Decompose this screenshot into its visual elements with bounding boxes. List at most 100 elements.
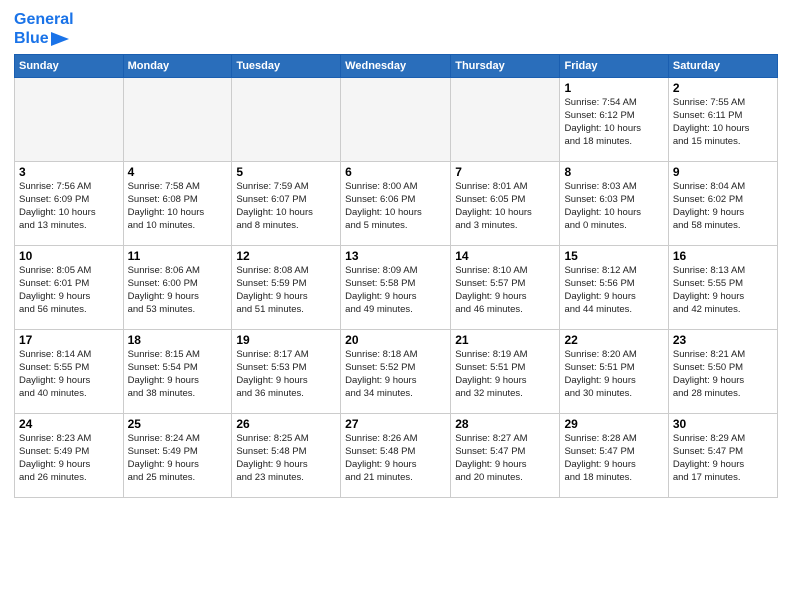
header: GeneralBlue bbox=[14, 10, 778, 48]
cell-text: Sunrise: 8:23 AM Sunset: 5:49 PM Dayligh… bbox=[19, 433, 119, 484]
day-number: 28 bbox=[455, 417, 555, 431]
weekday-header-row: SundayMondayTuesdayWednesdayThursdayFrid… bbox=[15, 55, 778, 78]
cell-text: Sunrise: 7:56 AM Sunset: 6:09 PM Dayligh… bbox=[19, 181, 119, 232]
cell-text: Sunrise: 7:59 AM Sunset: 6:07 PM Dayligh… bbox=[236, 181, 336, 232]
calendar-cell bbox=[232, 78, 341, 162]
cell-text: Sunrise: 8:08 AM Sunset: 5:59 PM Dayligh… bbox=[236, 265, 336, 316]
weekday-header-wednesday: Wednesday bbox=[341, 55, 451, 78]
calendar-cell: 1Sunrise: 7:54 AM Sunset: 6:12 PM Daylig… bbox=[560, 78, 668, 162]
cell-text: Sunrise: 8:28 AM Sunset: 5:47 PM Dayligh… bbox=[564, 433, 663, 484]
cell-text: Sunrise: 8:10 AM Sunset: 5:57 PM Dayligh… bbox=[455, 265, 555, 316]
day-number: 23 bbox=[673, 333, 773, 347]
calendar-container: GeneralBlue SundayMondayTuesdayWednesday… bbox=[0, 0, 792, 504]
day-number: 21 bbox=[455, 333, 555, 347]
calendar-cell: 4 Sunrise: 7:58 AM Sunset: 6:08 PM Daylig… bbox=[123, 162, 232, 246]
day-number: 1 bbox=[564, 81, 663, 95]
cell-text: Sunrise: 8:13 AM Sunset: 5:55 PM Dayligh… bbox=[673, 265, 773, 316]
calendar-cell: 16 Sunrise: 8:13 AM Sunset: 5:55 PM Dayli… bbox=[668, 246, 777, 330]
day-number: 15 bbox=[564, 249, 663, 263]
calendar-week-row: 3 Sunrise: 7:56 AM Sunset: 6:09 PM Daylig… bbox=[15, 162, 778, 246]
logo: GeneralBlue bbox=[14, 10, 74, 48]
day-number: 10 bbox=[19, 249, 119, 263]
cell-text: Sunrise: 8:25 AM Sunset: 5:48 PM Dayligh… bbox=[236, 433, 336, 484]
calendar-cell: 8 Sunrise: 8:03 AM Sunset: 6:03 PM Daylig… bbox=[560, 162, 668, 246]
cell-text: Sunrise: 8:06 AM Sunset: 6:00 PM Dayligh… bbox=[128, 265, 228, 316]
weekday-header-saturday: Saturday bbox=[668, 55, 777, 78]
calendar-week-row: 1Sunrise: 7:54 AM Sunset: 6:12 PM Daylig… bbox=[15, 78, 778, 162]
weekday-header-friday: Friday bbox=[560, 55, 668, 78]
day-number: 8 bbox=[564, 165, 663, 179]
calendar-cell: 18 Sunrise: 8:15 AM Sunset: 5:54 PM Dayli… bbox=[123, 330, 232, 414]
calendar-cell: 25Sunrise: 8:24 AM Sunset: 5:49 PM Dayli… bbox=[123, 414, 232, 498]
calendar-cell: 13 Sunrise: 8:09 AM Sunset: 5:58 PM Dayli… bbox=[341, 246, 451, 330]
calendar-cell: 19 Sunrise: 8:17 AM Sunset: 5:53 PM Dayli… bbox=[232, 330, 341, 414]
cell-text: Sunrise: 7:58 AM Sunset: 6:08 PM Dayligh… bbox=[128, 181, 228, 232]
cell-text: Sunrise: 8:12 AM Sunset: 5:56 PM Dayligh… bbox=[564, 265, 663, 316]
cell-text: Sunrise: 8:01 AM Sunset: 6:05 PM Dayligh… bbox=[455, 181, 555, 232]
calendar-cell: 20Sunrise: 8:18 AM Sunset: 5:52 PM Dayli… bbox=[341, 330, 451, 414]
calendar-cell: 10 Sunrise: 8:05 AM Sunset: 6:01 PM Dayli… bbox=[15, 246, 124, 330]
calendar-cell: 15 Sunrise: 8:12 AM Sunset: 5:56 PM Dayli… bbox=[560, 246, 668, 330]
calendar-cell: 3 Sunrise: 7:56 AM Sunset: 6:09 PM Daylig… bbox=[15, 162, 124, 246]
weekday-header-monday: Monday bbox=[123, 55, 232, 78]
calendar-week-row: 17 Sunrise: 8:14 AM Sunset: 5:55 PM Dayli… bbox=[15, 330, 778, 414]
day-number: 24 bbox=[19, 417, 119, 431]
day-number: 4 bbox=[128, 165, 228, 179]
day-number: 27 bbox=[345, 417, 446, 431]
cell-text: Sunrise: 8:27 AM Sunset: 5:47 PM Dayligh… bbox=[455, 433, 555, 484]
cell-text: Sunrise: 7:55 AM Sunset: 6:11 PM Dayligh… bbox=[673, 97, 773, 148]
weekday-header-thursday: Thursday bbox=[451, 55, 560, 78]
calendar-week-row: 24 Sunrise: 8:23 AM Sunset: 5:49 PM Dayli… bbox=[15, 414, 778, 498]
calendar-cell: 28 Sunrise: 8:27 AM Sunset: 5:47 PM Dayli… bbox=[451, 414, 560, 498]
calendar-cell bbox=[341, 78, 451, 162]
cell-text: Sunrise: 8:20 AM Sunset: 5:51 PM Dayligh… bbox=[564, 349, 663, 400]
day-number: 19 bbox=[236, 333, 336, 347]
day-number: 7 bbox=[455, 165, 555, 179]
day-number: 9 bbox=[673, 165, 773, 179]
day-number: 14 bbox=[455, 249, 555, 263]
calendar-cell: 6Sunrise: 8:00 AM Sunset: 6:06 PM Daylig… bbox=[341, 162, 451, 246]
cell-text: Sunrise: 8:09 AM Sunset: 5:58 PM Dayligh… bbox=[345, 265, 446, 316]
weekday-header-tuesday: Tuesday bbox=[232, 55, 341, 78]
day-number: 12 bbox=[236, 249, 336, 263]
cell-text: Sunrise: 8:19 AM Sunset: 5:51 PM Dayligh… bbox=[455, 349, 555, 400]
calendar-table: SundayMondayTuesdayWednesdayThursdayFrid… bbox=[14, 54, 778, 498]
cell-text: Sunrise: 8:21 AM Sunset: 5:50 PM Dayligh… bbox=[673, 349, 773, 400]
cell-text: Sunrise: 8:05 AM Sunset: 6:01 PM Dayligh… bbox=[19, 265, 119, 316]
calendar-cell: 9 Sunrise: 8:04 AM Sunset: 6:02 PM Daylig… bbox=[668, 162, 777, 246]
logo-text: GeneralBlue bbox=[14, 10, 74, 48]
day-number: 17 bbox=[19, 333, 119, 347]
calendar-cell: 7 Sunrise: 8:01 AM Sunset: 6:05 PM Daylig… bbox=[451, 162, 560, 246]
day-number: 13 bbox=[345, 249, 446, 263]
day-number: 6 bbox=[345, 165, 446, 179]
calendar-week-row: 10 Sunrise: 8:05 AM Sunset: 6:01 PM Dayli… bbox=[15, 246, 778, 330]
day-number: 20 bbox=[345, 333, 446, 347]
day-number: 2 bbox=[673, 81, 773, 95]
day-number: 26 bbox=[236, 417, 336, 431]
weekday-header-sunday: Sunday bbox=[15, 55, 124, 78]
cell-text: Sunrise: 8:04 AM Sunset: 6:02 PM Dayligh… bbox=[673, 181, 773, 232]
cell-text: Sunrise: 8:03 AM Sunset: 6:03 PM Dayligh… bbox=[564, 181, 663, 232]
day-number: 3 bbox=[19, 165, 119, 179]
day-number: 29 bbox=[564, 417, 663, 431]
cell-text: Sunrise: 8:17 AM Sunset: 5:53 PM Dayligh… bbox=[236, 349, 336, 400]
calendar-cell: 17 Sunrise: 8:14 AM Sunset: 5:55 PM Dayli… bbox=[15, 330, 124, 414]
calendar-cell bbox=[15, 78, 124, 162]
calendar-cell: 14 Sunrise: 8:10 AM Sunset: 5:57 PM Dayli… bbox=[451, 246, 560, 330]
calendar-cell: 29 Sunrise: 8:28 AM Sunset: 5:47 PM Dayli… bbox=[560, 414, 668, 498]
calendar-cell: 26 Sunrise: 8:25 AM Sunset: 5:48 PM Dayli… bbox=[232, 414, 341, 498]
cell-text: Sunrise: 8:29 AM Sunset: 5:47 PM Dayligh… bbox=[673, 433, 773, 484]
calendar-cell: 21 Sunrise: 8:19 AM Sunset: 5:51 PM Dayli… bbox=[451, 330, 560, 414]
day-number: 16 bbox=[673, 249, 773, 263]
calendar-cell: 11Sunrise: 8:06 AM Sunset: 6:00 PM Dayli… bbox=[123, 246, 232, 330]
calendar-cell: 22Sunrise: 8:20 AM Sunset: 5:51 PM Dayli… bbox=[560, 330, 668, 414]
day-number: 30 bbox=[673, 417, 773, 431]
calendar-cell: 5Sunrise: 7:59 AM Sunset: 6:07 PM Daylig… bbox=[232, 162, 341, 246]
day-number: 25 bbox=[128, 417, 228, 431]
calendar-cell: 12 Sunrise: 8:08 AM Sunset: 5:59 PM Dayli… bbox=[232, 246, 341, 330]
cell-text: Sunrise: 8:15 AM Sunset: 5:54 PM Dayligh… bbox=[128, 349, 228, 400]
calendar-cell: 27Sunrise: 8:26 AM Sunset: 5:48 PM Dayli… bbox=[341, 414, 451, 498]
cell-text: Sunrise: 8:14 AM Sunset: 5:55 PM Dayligh… bbox=[19, 349, 119, 400]
calendar-cell: 30 Sunrise: 8:29 AM Sunset: 5:47 PM Dayli… bbox=[668, 414, 777, 498]
day-number: 18 bbox=[128, 333, 228, 347]
